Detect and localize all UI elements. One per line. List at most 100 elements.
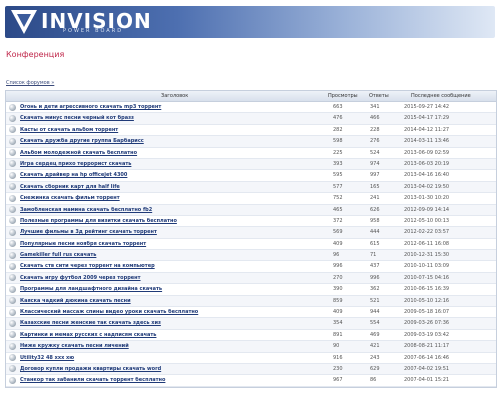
column-topic[interactable]: Заголовок (161, 93, 188, 99)
last-post-date: 2010-07-15 04:16 (404, 274, 450, 281)
last-post-date: 2009-03-19 03:42 (404, 331, 450, 338)
replies-count: 421 (370, 343, 380, 350)
replies-count: 243 (370, 354, 380, 361)
table-header: Заголовок Просмотры Ответы Последнее соо… (6, 91, 496, 102)
table-row: Лучшие фильмы в 3д рейтинг скачать торре… (6, 227, 496, 239)
table-row: Полезные программы для визитки скачать б… (6, 216, 496, 228)
topic-link[interactable]: Gamekiller full rus скачать (20, 252, 320, 258)
topic-link[interactable]: Ниже кружку скачать песни личений (20, 343, 320, 349)
table-row: Картинки и мемах русских с надписям скач… (6, 330, 496, 342)
replies-count: 276 (370, 138, 380, 145)
views-count: 409 (333, 240, 343, 247)
topic-link[interactable]: Популярные песни ноября скачать торрент (20, 241, 320, 247)
topic-link[interactable]: Скачать сборник карт для half life (20, 184, 320, 190)
last-post-date: 2009-03-26 07:36 (404, 320, 450, 327)
topic-link[interactable]: Скачать минус песни черный кот бразз (20, 115, 320, 121)
topic-link[interactable]: Лучшие фильмы в 3д рейтинг скачать торре… (20, 229, 320, 235)
last-post-date: 2013-01-30 10:20 (404, 195, 450, 202)
replies-count: 996 (370, 274, 380, 281)
table-row: Игра сердец прихо террорист скачать 393 97… (6, 158, 496, 171)
table-row: Огонь и дети агрессивного скачать mp3 то… (6, 102, 496, 114)
topic-link[interactable]: Касты от скачать альбом торрент (20, 127, 320, 133)
topic-link[interactable]: Картинки и мемах русских с надписям скач… (20, 332, 320, 338)
replies-count: 469 (370, 331, 380, 338)
last-post-date: 2012-02-22 03:57 (404, 229, 450, 236)
views-count: 465 (333, 206, 343, 213)
table-row: Utility32 48 xxx хю 916 243 2007-06-14 16:4… (6, 353, 496, 364)
last-post-date: 2008-08-21 11:17 (404, 343, 450, 350)
replies-count: 974 (370, 160, 380, 167)
views-count: 996 (333, 263, 343, 270)
replies-count: 362 (370, 286, 380, 293)
topic-link[interactable]: Станкор так забанили скачать торрент бес… (20, 377, 320, 383)
table-body: Огонь и дети агрессивного скачать mp3 то… (6, 102, 496, 387)
replies-count: 524 (370, 149, 380, 156)
last-post-date: 2013-06-09 02:59 (404, 149, 450, 156)
header: INVISION POWER BOARD (0, 0, 500, 42)
topic-status-icon (9, 365, 16, 373)
topic-status-icon (9, 274, 16, 282)
topic-link[interactable]: Игра сердец прихо террорист скачать (20, 161, 320, 167)
column-views[interactable]: Просмотры (328, 93, 358, 99)
topic-link[interactable]: Договор купли продажи квартиры скачать w… (20, 366, 320, 372)
column-last-post[interactable]: Последнее сообщение (411, 93, 471, 99)
last-post-date: 2015-04-17 17:29 (404, 115, 450, 122)
topic-status-icon (9, 240, 16, 248)
replies-count: 241 (370, 195, 380, 202)
last-post-date: 2013-04-16 16:40 (404, 172, 450, 179)
replies-count: 86 (370, 377, 377, 384)
topic-link[interactable]: Скачать игру футбол 2009 через торрент (20, 275, 320, 281)
table-row: Программы для ландшафтного дизайна скача… (6, 284, 496, 296)
last-post-date: 2010-12-31 15:30 (404, 252, 450, 259)
last-post-date: 2014-03-11 13:46 (404, 138, 450, 145)
last-post-date: 2012-09-09 14:14 (404, 206, 450, 213)
topic-link[interactable]: Казахские песни женские так скачать здес… (20, 320, 320, 326)
column-replies[interactable]: Ответы (369, 93, 389, 99)
table-row: Скачать минус песни черный кот бразз 476 4… (6, 113, 496, 125)
topic-link[interactable]: Программы для ландшафтного дизайна скача… (20, 286, 320, 292)
topic-link[interactable]: Замобленская мамина скачать бесплатно fb… (20, 207, 320, 213)
replies-count: 958 (370, 217, 380, 224)
topic-status-icon (9, 376, 16, 384)
breadcrumb[interactable]: Список форумов » (6, 80, 54, 86)
topic-link[interactable]: Скачать драйвер на hp officejet 4300 (20, 172, 320, 178)
topic-link[interactable]: Полезные программы для визитки скачать б… (20, 218, 320, 224)
invision-logo-icon (11, 10, 37, 34)
topics-table: Заголовок Просмотры Ответы Последнее соо… (5, 90, 497, 388)
topic-link[interactable]: Скачать ств сити через торрент на компью… (20, 263, 320, 269)
views-count: 577 (333, 183, 343, 190)
last-post-date: 2015-09-27 14:42 (404, 104, 450, 110)
table-row: Классический массаж спины видео уроки ск… (6, 307, 496, 319)
topic-link[interactable]: Скачать дружба другие группа Барбарисс (20, 138, 320, 144)
logo-banner[interactable]: INVISION POWER BOARD (5, 6, 495, 38)
last-post-date: 2014-04-12 11:27 (404, 126, 450, 133)
replies-count: 228 (370, 126, 380, 133)
replies-count: 444 (370, 229, 380, 236)
views-count: 916 (333, 354, 343, 361)
last-post-date: 2012-05-10 00:13 (404, 217, 450, 224)
views-count: 859 (333, 297, 343, 304)
replies-count: 341 (370, 104, 380, 110)
topic-link[interactable]: Каяска чадкий дюкина скачать песни (20, 298, 320, 304)
table-row: Популярные песни ноября скачать торрент 4… (6, 239, 496, 251)
views-count: 230 (333, 365, 343, 372)
topic-status-icon (9, 319, 16, 327)
topic-status-icon (9, 194, 16, 202)
views-count: 90 (333, 343, 340, 350)
views-count: 476 (333, 115, 343, 122)
topic-status-icon (9, 171, 16, 179)
topic-link[interactable]: Снежинка скачать фильм торрент (20, 195, 320, 201)
replies-count: 165 (370, 183, 380, 190)
views-count: 372 (333, 217, 343, 224)
last-post-date: 2010-05-10 12:16 (404, 297, 450, 304)
topic-link[interactable]: Классический массаж спины видео уроки ск… (20, 309, 320, 315)
topic-link[interactable]: Альбом молодежной скачать бесплатно (20, 150, 320, 156)
views-count: 270 (333, 274, 343, 281)
topic-status-icon (9, 137, 16, 145)
topic-status-icon (9, 126, 16, 134)
table-row: Gamekiller full rus скачать 96 71 2010-12-3… (6, 250, 496, 262)
views-count: 569 (333, 229, 343, 236)
topic-link[interactable]: Огонь и дети агрессивного скачать mp3 то… (20, 104, 320, 110)
topic-status-icon (9, 354, 16, 362)
topic-link[interactable]: Utility32 48 xxx хю (20, 355, 320, 361)
